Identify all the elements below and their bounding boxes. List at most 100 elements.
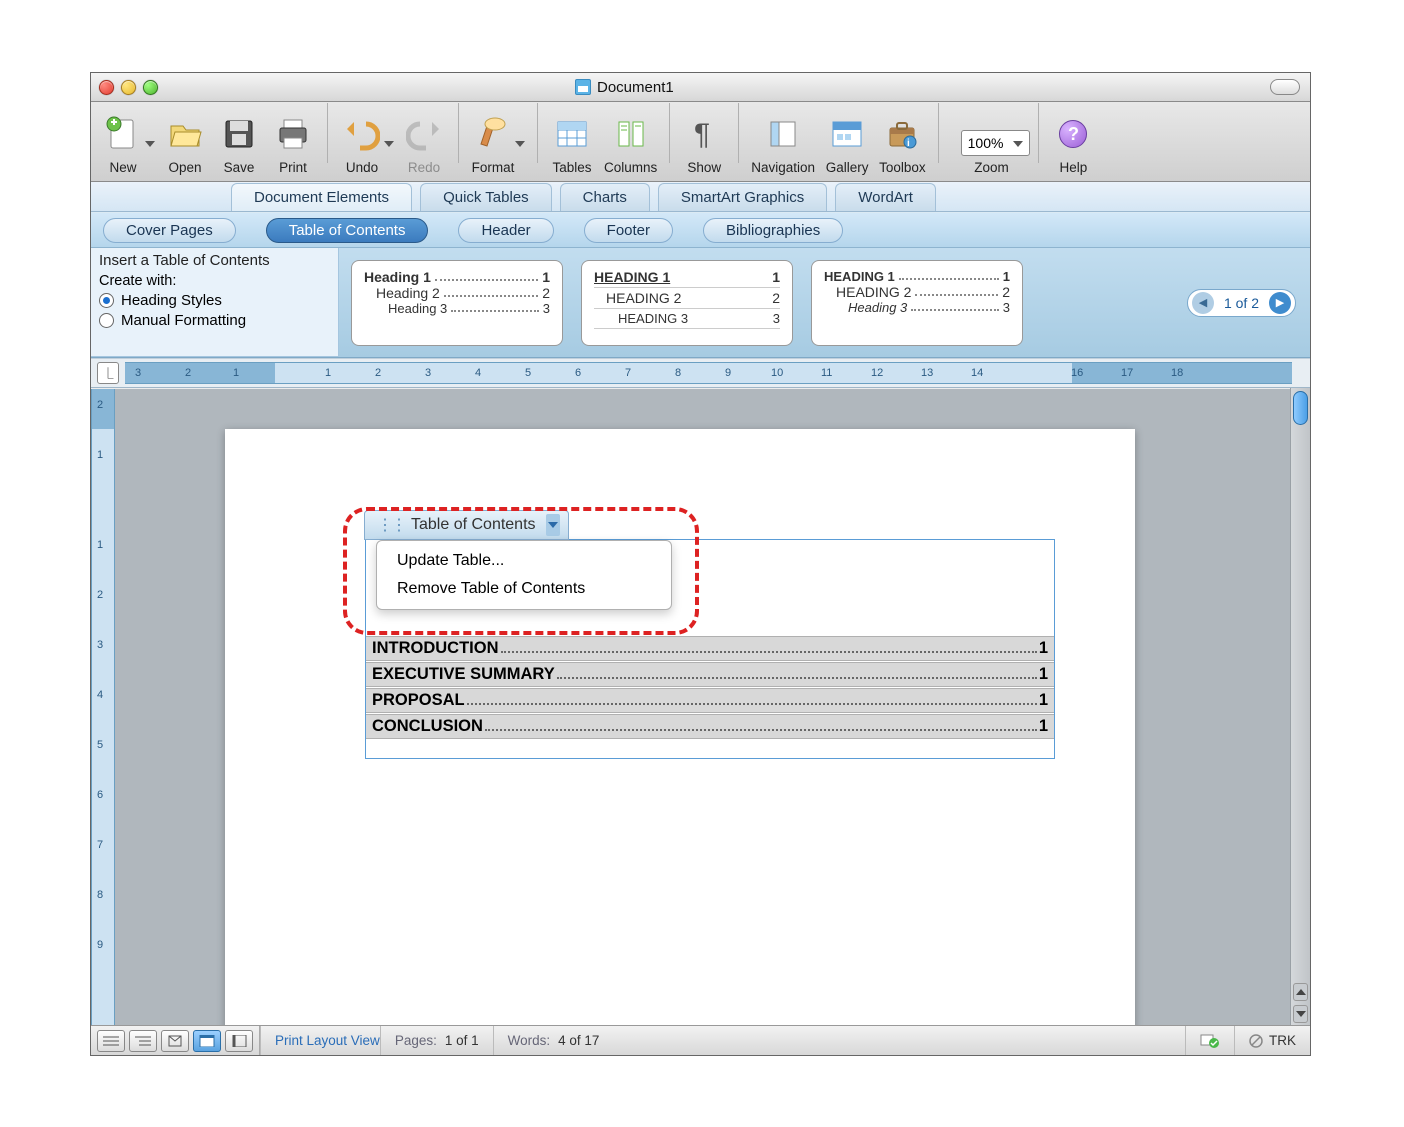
columns-button[interactable]: Columns [604,112,657,175]
view-outline-button[interactable] [129,1030,157,1052]
toolbar-separator [327,103,328,163]
undo-dropdown-icon[interactable] [384,135,394,153]
open-button[interactable]: Open [163,112,207,175]
format-dropdown-icon[interactable] [515,135,525,153]
scroll-down-button[interactable] [1293,1005,1308,1023]
tab-document-elements[interactable]: Document Elements [231,183,412,211]
document-area: 21 12 34 56 78 9 ⋮⋮ Table of Contents Up… [91,389,1310,1025]
toc-entry[interactable]: CONCLUSION1 [366,714,1054,739]
application-window: Document1 New Open Save Print Undo Re [90,72,1311,1056]
toc-handle-dropdown-icon[interactable] [546,514,560,536]
tab-smartart[interactable]: SmartArt Graphics [658,183,827,211]
toolbar-separator [938,103,939,163]
save-button[interactable]: Save [217,112,261,175]
status-pages[interactable]: Pages: 1 of 1 [380,1026,493,1055]
toc-template-1[interactable]: Heading 11 Heading 22 Heading 33 [351,260,563,346]
spellcheck-icon [1200,1033,1220,1049]
document-icon [575,79,591,95]
new-button[interactable]: New [101,112,145,175]
toc-field-handle[interactable]: ⋮⋮ Table of Contents [364,510,569,540]
vertical-scrollbar[interactable] [1290,388,1310,1025]
pill-table-of-contents[interactable]: Table of Contents [266,218,429,243]
pill-bibliographies[interactable]: Bibliographies [703,218,843,243]
status-spellcheck[interactable] [1185,1026,1234,1055]
tab-stop-selector[interactable]: ⎿ [97,362,119,384]
menu-remove-toc[interactable]: Remove Table of Contents [377,575,671,603]
toc-context-menu: Update Table... Remove Table of Contents [376,540,672,610]
gallery-button[interactable]: Gallery [825,112,869,175]
scroll-up-button[interactable] [1293,983,1308,1001]
toolbar-separator [1038,103,1039,163]
vertical-ruler[interactable]: 21 12 34 56 78 9 [91,389,115,1025]
help-button[interactable]: ? Help [1051,112,1095,175]
status-bar: Print Layout View Pages: 1 of 1 Words: 4… [91,1025,1310,1055]
grip-icon: ⋮⋮ [377,515,405,535]
status-words[interactable]: Words: 4 of 17 [493,1026,614,1055]
svg-text:¶: ¶ [694,118,710,151]
status-view-name: Print Layout View [260,1026,380,1055]
toolbar-separator [669,103,670,163]
pager-next-button[interactable]: ▶ [1269,292,1291,314]
view-notebook-button[interactable] [225,1030,253,1052]
view-print-layout-button[interactable] [193,1030,221,1052]
svg-text:i: i [907,138,910,149]
toc-gallery: Heading 11 Heading 22 Heading 33 HEADING… [339,248,1035,357]
toc-entries: INTRODUCTION1 EXECUTIVE SUMMARY1 PROPOSA… [366,636,1054,739]
menu-update-table[interactable]: Update Table... [377,547,671,575]
toc-template-3[interactable]: HEADING 11 HEADING 22 Heading 33 [811,260,1023,346]
document-page[interactable]: ⋮⋮ Table of Contents Update Table... Rem… [225,429,1135,1025]
show-button[interactable]: ¶ Show [682,112,726,175]
toolbox-button[interactable]: i Toolbox [879,112,926,175]
titlebar: Document1 [91,73,1310,102]
toc-options-ribbon: Insert a Table of Contents Create with: … [91,248,1310,358]
toolbar-separator [458,103,459,163]
toolbar-toggle-button[interactable] [1270,79,1300,95]
status-track-changes[interactable]: TRK [1234,1026,1310,1055]
window-minimize-button[interactable] [121,80,136,95]
ribbon-tabs: Document Elements Quick Tables Charts Sm… [91,182,1310,212]
radio-heading-styles[interactable]: Heading Styles [99,292,330,309]
toolbar-separator [738,103,739,163]
toc-entry[interactable]: INTRODUCTION1 [366,636,1054,661]
toc-entry[interactable]: EXECUTIVE SUMMARY1 [366,662,1054,687]
window-zoom-button[interactable] [143,80,158,95]
gallery-pager: ◀ 1 of 2 ▶ [1187,289,1296,317]
sub-ribbon: Cover Pages Table of Contents Header Foo… [91,212,1310,248]
pill-header[interactable]: Header [458,218,553,243]
horizontal-ruler[interactable]: /*numbers rendered below via JS-less sta… [125,362,1292,384]
scrollbar-thumb[interactable] [1293,391,1308,425]
ruler-row: ⎿ /*numbers rendered below via JS-less s… [91,358,1310,388]
standard-toolbar: New Open Save Print Undo Redo Format [91,102,1310,182]
toc-options-panel: Insert a Table of Contents Create with: … [91,248,339,357]
window-close-button[interactable] [99,80,114,95]
print-button[interactable]: Print [271,112,315,175]
navigation-button[interactable]: Navigation [751,112,815,175]
toc-entry[interactable]: PROPOSAL1 [366,688,1054,713]
zoom-combobox[interactable]: 100% [961,130,1031,156]
insert-toc-title: Insert a Table of Contents [99,252,330,269]
create-with-label: Create with: [99,273,330,289]
tab-quick-tables[interactable]: Quick Tables [420,183,552,211]
tab-wordart[interactable]: WordArt [835,183,936,211]
help-icon: ? [1059,120,1087,148]
track-changes-icon [1249,1034,1263,1048]
toc-template-2[interactable]: HEADING 11 HEADING 22 HEADING 33 [581,260,793,346]
new-dropdown-icon[interactable] [145,135,155,153]
page-viewport[interactable]: ⋮⋮ Table of Contents Update Table... Rem… [115,389,1310,1025]
radio-icon [99,313,114,328]
pill-cover-pages[interactable]: Cover Pages [103,218,236,243]
view-buttons [91,1026,260,1055]
zoom-dropdown-icon[interactable] [1013,135,1023,151]
format-button[interactable]: Format [471,112,515,175]
pager-prev-button[interactable]: ◀ [1192,292,1214,314]
view-publishing-button[interactable] [161,1030,189,1052]
view-draft-button[interactable] [97,1030,125,1052]
redo-button[interactable]: Redo [402,112,446,175]
undo-button[interactable]: Undo [340,112,384,175]
pill-footer[interactable]: Footer [584,218,673,243]
tables-button[interactable]: Tables [550,112,594,175]
toc-field[interactable]: ⋮⋮ Table of Contents Update Table... Rem… [365,539,1055,759]
tab-charts[interactable]: Charts [560,183,650,211]
radio-icon [99,293,114,308]
radio-manual-formatting[interactable]: Manual Formatting [99,312,330,329]
